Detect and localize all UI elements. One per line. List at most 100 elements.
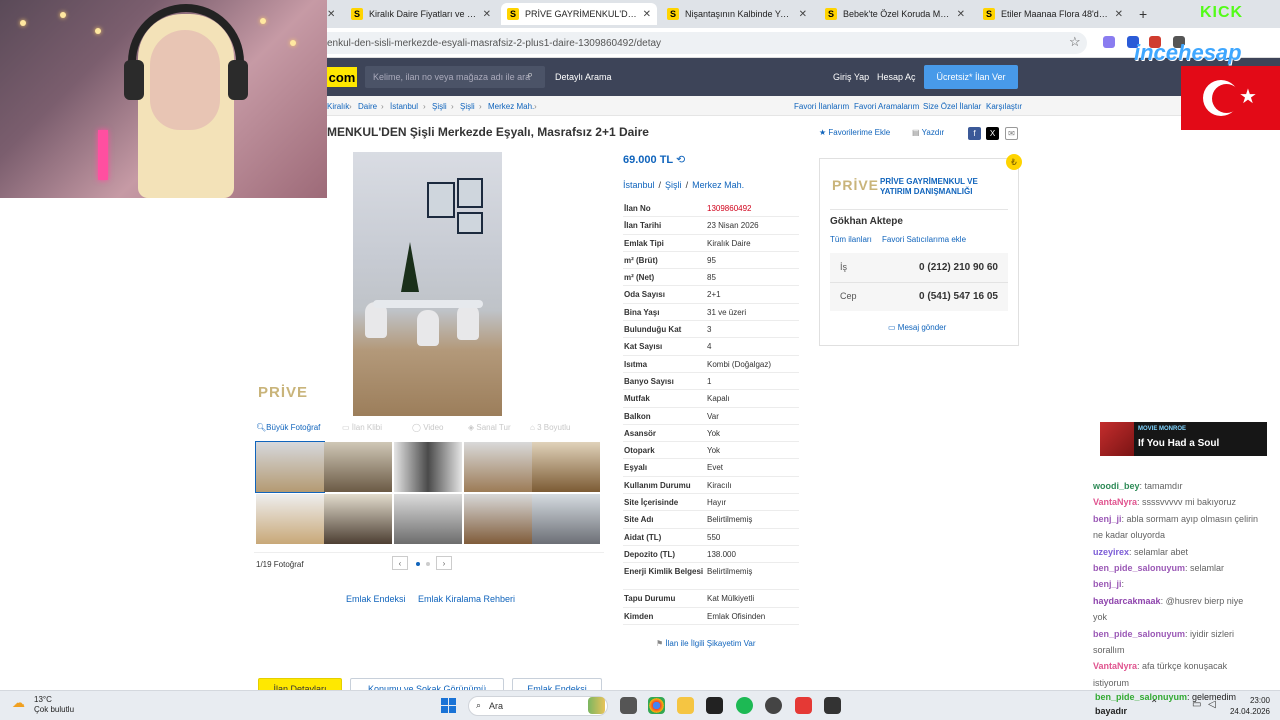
post-ad-button[interactable]: Ücretsiz* İlan Ver <box>924 65 1018 89</box>
spotify-icon[interactable] <box>736 697 753 714</box>
chat-message: VantaNyra: ssssvvvvv mi bakıyoruz <box>1093 497 1237 508</box>
album-art <box>1100 422 1134 456</box>
property-row: Isıtma Kombi (Doğalgaz) <box>623 356 799 373</box>
close-icon[interactable]: ✕ <box>483 9 491 20</box>
real-estate-index-link[interactable]: Emlak Endeksi <box>346 594 406 604</box>
thumbnail[interactable] <box>394 442 462 492</box>
now-playing-widget: MOVIE MONROE If You Had a Soul <box>1100 422 1267 456</box>
property-row: Bulunduğu Kat 3 <box>623 321 799 339</box>
app-icon[interactable] <box>795 697 812 714</box>
start-button[interactable] <box>441 698 456 713</box>
message-icon: ▭ <box>888 323 898 332</box>
seller-logo[interactable]: PRİVE <box>832 177 879 193</box>
search-input[interactable]: Kelime, ilan no veya mağaza adı ile ara <box>365 66 545 88</box>
app-icon[interactable] <box>765 697 782 714</box>
breadcrumb-item[interactable]: İstanbul <box>390 102 418 111</box>
task-view-icon[interactable] <box>620 697 637 714</box>
file-explorer-icon[interactable] <box>677 697 694 714</box>
taskbar-search[interactable]: ⌕ Ara <box>468 696 608 716</box>
thumbnail[interactable] <box>532 442 600 492</box>
pager-dot[interactable] <box>416 562 420 566</box>
tab-3d: ⌂ 3 Boyutlu <box>530 423 571 432</box>
phone-number[interactable]: 0 (541) 547 16 05 <box>919 291 998 302</box>
property-row: Site İçerisinde Hayır <box>623 494 799 512</box>
close-icon[interactable]: ✕ <box>1115 9 1123 20</box>
register-link[interactable]: Hesap Aç <box>877 72 916 82</box>
sahibinden-favicon-icon: S <box>825 8 837 20</box>
tray-chevron-icon[interactable]: ⌃ <box>1150 699 1158 710</box>
close-icon[interactable]: ✕ <box>957 9 965 20</box>
close-icon[interactable]: ✕ <box>643 9 651 20</box>
thumbnail[interactable] <box>394 494 462 544</box>
report-listing-link[interactable]: ⚑ İlan ile İlgili Şikayetim Var <box>656 639 756 648</box>
breadcrumb-item[interactable]: Kiralık <box>327 102 349 111</box>
url-field[interactable]: enkul-den-sisli-merkezde-esyali-masrafsi… <box>327 32 1087 54</box>
x-share-icon[interactable]: X <box>986 127 999 140</box>
phone-number[interactable]: 0 (212) 210 90 60 <box>919 262 998 273</box>
system-clock[interactable]: 23:00 24.04.2026 <box>1228 695 1270 717</box>
thumbnail[interactable] <box>324 442 392 492</box>
rental-guide-link[interactable]: Emlak Kiralama Rehberi <box>418 594 515 604</box>
browser-tab[interactable]: S Nişantaşının Kalbinde Yeni Bina ✕ <box>661 3 813 25</box>
chat-message: istiyorum <box>1093 677 1130 688</box>
thumbnail[interactable] <box>255 441 325 493</box>
prev-photo-button[interactable]: ‹ <box>392 556 408 570</box>
breadcrumb-item[interactable]: Merkez Mah. <box>488 102 534 111</box>
search-icon[interactable]: ⌕ <box>527 69 533 82</box>
send-message-link[interactable]: ▭ Mesaj gönder <box>888 323 946 332</box>
new-tab-button[interactable]: + <box>1133 3 1153 25</box>
thumbnail[interactable] <box>464 442 532 492</box>
site-logo[interactable]: com <box>327 67 357 87</box>
favorite-seller-link[interactable]: Favori Satıcılarıma ekle <box>882 235 966 244</box>
app-icon[interactable] <box>824 697 841 714</box>
browser-tab[interactable]: S Bebek'te Özel Koruda Muhteşem ✕ <box>819 3 971 25</box>
location-city[interactable]: İstanbul <box>623 180 655 190</box>
thumbnail[interactable] <box>464 494 532 544</box>
tab-close-icon[interactable]: ✕ <box>327 3 340 25</box>
property-row: Enerji Kimlik Belgesi Belirtilmemiş <box>623 563 799 591</box>
browser-tab-active[interactable]: S PRİVE GAYRİMENKUL'DEN Şişli ✕ <box>501 3 657 25</box>
location-district[interactable]: Şişli <box>665 180 682 190</box>
close-icon[interactable]: ✕ <box>799 9 807 20</box>
detailed-search-link[interactable]: Detaylı Arama <box>555 72 612 82</box>
volume-icon[interactable]: ◁ <box>1208 699 1216 710</box>
thumbnail[interactable] <box>532 494 600 544</box>
browser-tab[interactable]: S Etiler Maanaa Flora 48'de Özel ✕ <box>977 3 1129 25</box>
special-listings-link[interactable]: Size Özel İlanlar <box>923 102 981 111</box>
bookmark-star-icon[interactable]: ☆ <box>1069 34 1081 50</box>
property-row: İlan Tarihi 23 Nisan 2026 <box>623 217 799 235</box>
next-photo-button[interactable]: › <box>436 556 452 570</box>
location-neighborhood[interactable]: Merkez Mah. <box>692 180 744 190</box>
facebook-share-icon[interactable]: f <box>968 127 981 140</box>
pager-dot[interactable] <box>426 562 430 566</box>
breadcrumb-item[interactable]: Şişli <box>460 102 475 111</box>
chrome-icon[interactable] <box>648 697 665 714</box>
all-listings-link[interactable]: Tüm ilanları <box>830 235 872 244</box>
widget-icon[interactable] <box>588 697 605 714</box>
favorite-searches-link[interactable]: Favori Aramalarım <box>854 102 919 111</box>
seller-company[interactable]: PRİVE GAYRİMENKUL VE YATIRIM DANIŞMANLIĞ… <box>880 177 1010 197</box>
price-history-icon[interactable]: ⟲ <box>676 154 685 166</box>
property-row: Banyo Sayısı 1 <box>623 373 799 391</box>
chat-overlay: woodi_bey: tamamdır VantaNyra: ssssvvvvv… <box>1093 478 1278 691</box>
network-icon[interactable]: ▭ <box>1192 699 1201 710</box>
main-listing-photo[interactable] <box>353 152 502 416</box>
thumbnail[interactable] <box>324 494 392 544</box>
email-share-icon[interactable]: ✉ <box>1005 127 1018 140</box>
property-row: Site Adı Belirtilmemiş <box>623 511 799 529</box>
property-row: Tapu Durumu Kat Mülkiyetli <box>623 590 799 608</box>
gallery-footer: 1/19 Fotoğraf ‹ › <box>254 552 604 576</box>
thumbnail[interactable] <box>256 494 324 544</box>
breadcrumb-item[interactable]: Şişli <box>432 102 447 111</box>
tab-large-photo[interactable]: 🔍︎Büyük Fotoğraf <box>256 423 320 432</box>
login-link[interactable]: Giriş Yap <box>833 72 869 82</box>
compare-link[interactable]: Karşılaştır <box>986 102 1022 111</box>
app-icon[interactable] <box>706 697 723 714</box>
chat-message: uzeyirex: selamlar abet <box>1093 546 1189 557</box>
print-link[interactable]: ▤ Yazdır <box>912 128 944 137</box>
extension-icon[interactable] <box>1103 36 1115 48</box>
breadcrumb-item[interactable]: Daire <box>358 102 377 111</box>
add-favorite-link[interactable]: ★ Favorilerime Ekle <box>819 128 890 137</box>
favorite-listings-link[interactable]: Favori İlanlarım <box>794 102 849 111</box>
browser-tab[interactable]: S Kiralık Daire Fiyatları ve Kiralık Ev … <box>345 3 497 25</box>
